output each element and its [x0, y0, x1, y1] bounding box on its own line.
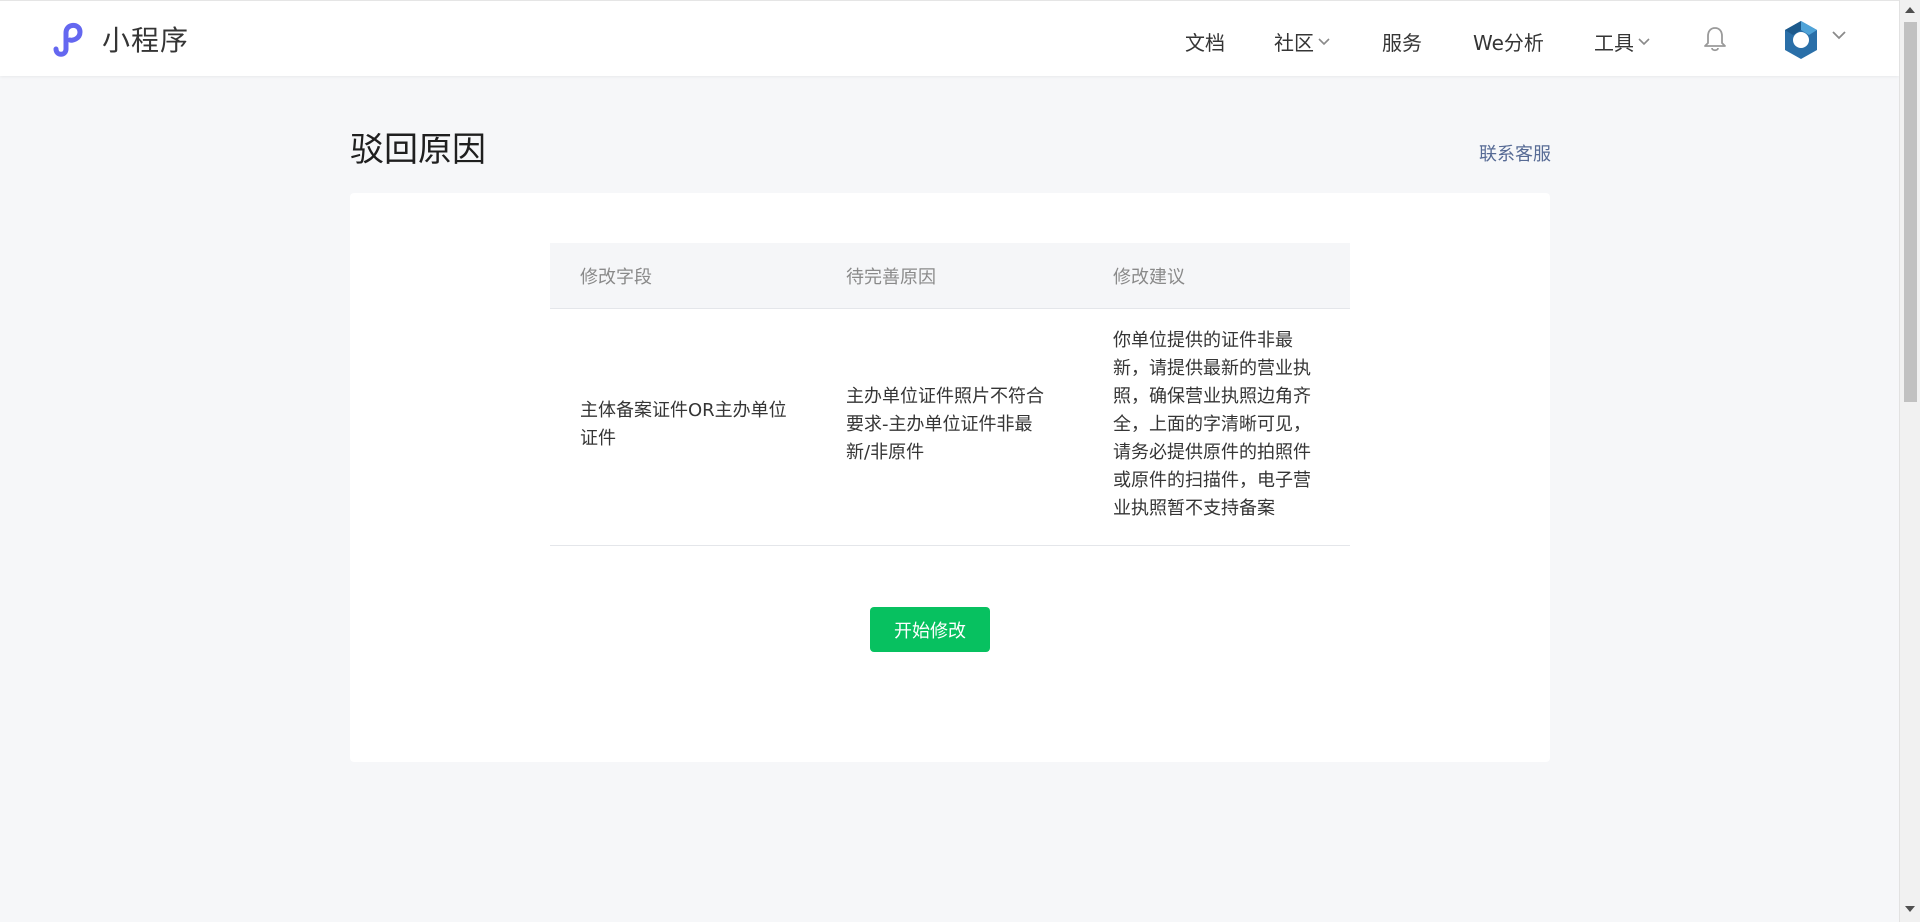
- contact-support-link[interactable]: 联系客服: [1479, 140, 1551, 166]
- nav-tools[interactable]: 工具: [1594, 27, 1650, 56]
- table-row: 主体备案证件OR主办单位证件 主办单位证件照片不符合要求-主办单位证件非最新/非…: [550, 309, 1350, 546]
- rejection-table: 修改字段 待完善原因 修改建议 主体备案证件OR主办单位证件 主办单位证件照片不…: [550, 243, 1350, 546]
- scroll-up-arrow-icon[interactable]: [1905, 7, 1915, 13]
- start-edit-button[interactable]: 开始修改: [870, 607, 990, 652]
- page-title: 驳回原因: [350, 130, 486, 170]
- scroll-down-arrow-icon[interactable]: [1905, 906, 1915, 912]
- nav-services-label: 服务: [1382, 31, 1422, 55]
- cell-suggestion: 你单位提供的证件非最新，请提供最新的营业执照，确保营业执照边角齐全，上面的字清晰…: [1113, 330, 1311, 519]
- nav-we-analysis[interactable]: We分析: [1473, 27, 1544, 56]
- nav-tools-label: 工具: [1594, 31, 1634, 55]
- avatar-logo-icon[interactable]: [1782, 20, 1820, 60]
- column-header-field: 修改字段: [580, 266, 652, 288]
- column-header-suggestion: 修改建议: [1113, 266, 1185, 288]
- notification-bell-icon[interactable]: [1702, 25, 1728, 53]
- mini-program-logo-icon: [53, 22, 83, 57]
- rejection-card: 修改字段 待完善原因 修改建议 主体备案证件OR主办单位证件 主办单位证件照片不…: [350, 193, 1550, 762]
- scrollbar[interactable]: [1899, 0, 1920, 922]
- cell-field: 主体备案证件OR主办单位证件: [580, 400, 787, 449]
- logo-text: 小程序: [102, 24, 190, 57]
- table-header: 修改字段 待完善原因 修改建议: [550, 243, 1350, 309]
- nav-docs[interactable]: 文档: [1185, 27, 1225, 56]
- nav-community[interactable]: 社区: [1274, 27, 1330, 56]
- nav-we-analysis-label: We分析: [1473, 31, 1544, 55]
- column-header-reason: 待完善原因: [846, 266, 936, 288]
- nav-community-label: 社区: [1274, 31, 1314, 55]
- logo[interactable]: 小程序: [48, 19, 189, 59]
- chevron-down-icon[interactable]: [1832, 31, 1846, 40]
- scroll-thumb[interactable]: [1904, 22, 1917, 402]
- chevron-down-icon: [1318, 37, 1330, 45]
- cell-reason: 主办单位证件照片不符合要求-主办单位证件非最新/非原件: [846, 386, 1044, 463]
- nav-docs-label: 文档: [1185, 31, 1225, 55]
- top-header: 小程序 文档 社区 服务 We分析 工具: [0, 0, 1899, 76]
- chevron-down-icon: [1638, 37, 1650, 45]
- nav-services[interactable]: 服务: [1382, 27, 1422, 56]
